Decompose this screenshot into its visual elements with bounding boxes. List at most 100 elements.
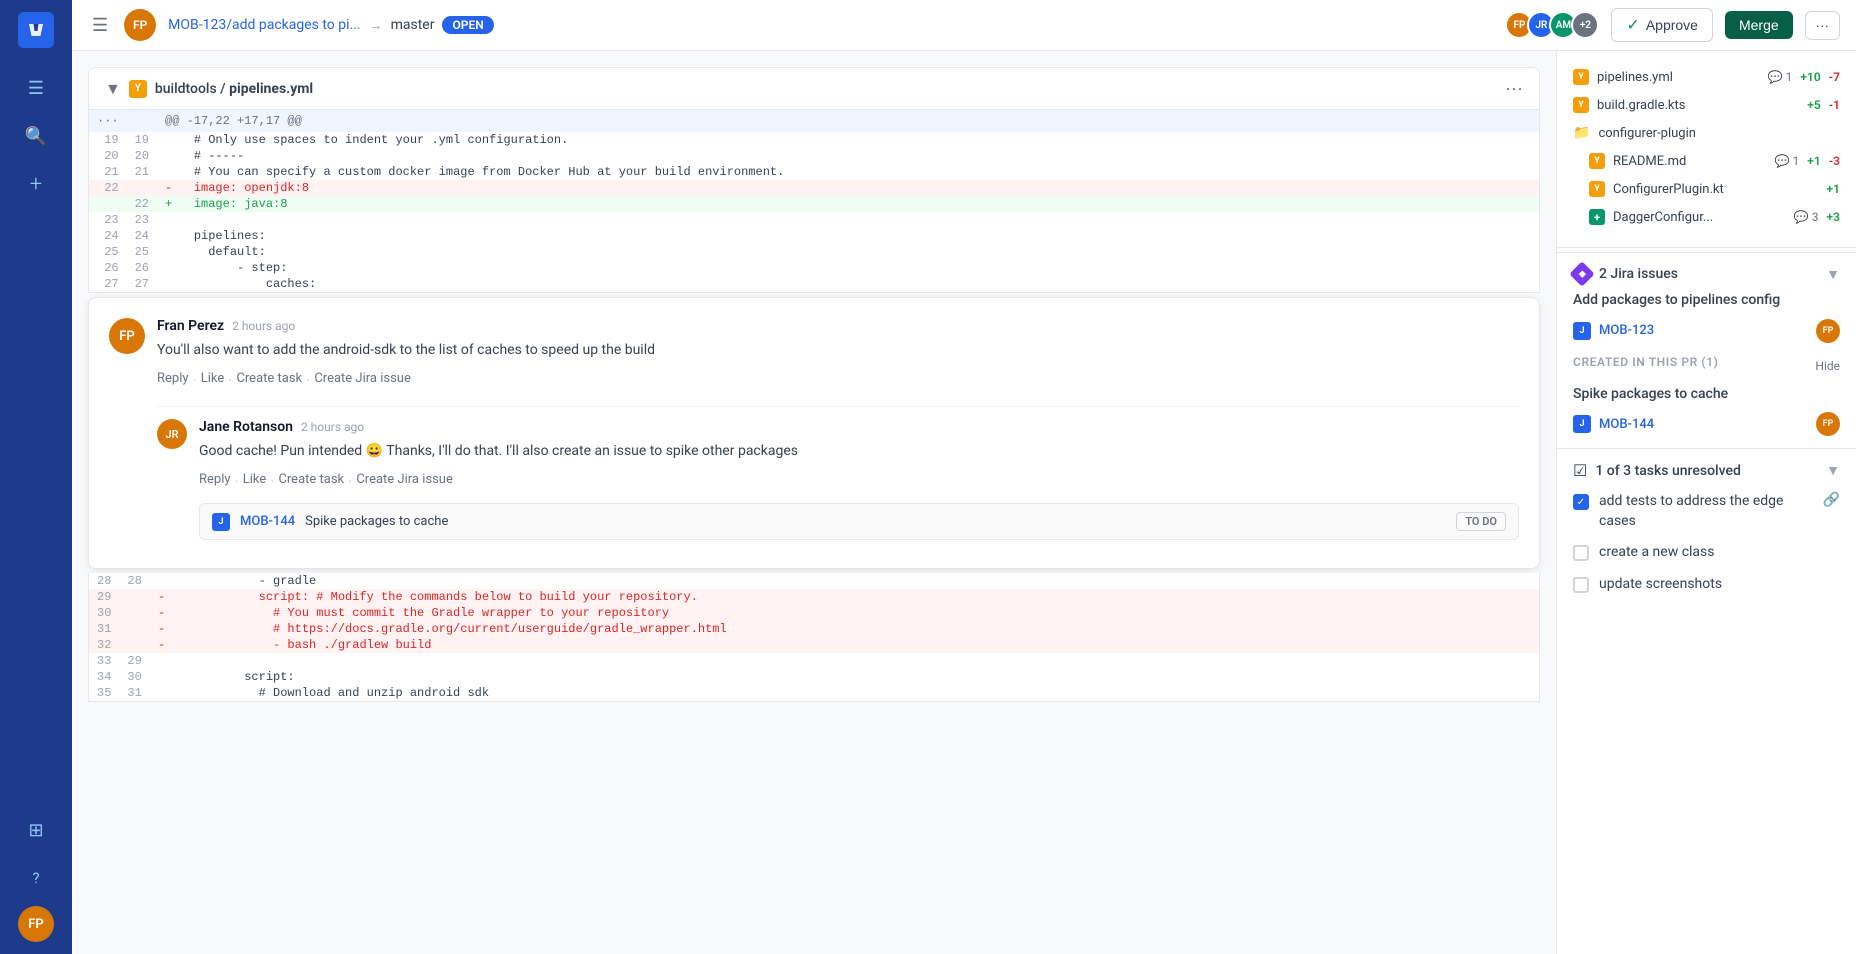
nested-create-jira-action[interactable]: Create Jira issue: [356, 472, 453, 491]
gradle-minus-stat: -1: [1829, 98, 1840, 112]
file-item-readme[interactable]: Y README.md 💬 1 +1 -3: [1557, 147, 1856, 175]
pipelines-file-icon: Y: [1573, 69, 1589, 85]
branch-name[interactable]: MOB-123/add packages to pi...: [168, 17, 360, 33]
task-1-text: add tests to address the edge cases: [1599, 492, 1813, 531]
avatar-initials: FP: [18, 906, 54, 942]
jira-issue-id[interactable]: MOB-123: [1599, 323, 1654, 338]
diff-line-33: 33 29: [89, 653, 1540, 669]
menu-icon[interactable]: ☰: [16, 68, 56, 108]
comment-main: FP Fran Perez 2 hours ago You'll also wa…: [109, 318, 1519, 390]
jira-task-id[interactable]: MOB-144: [240, 514, 295, 529]
more-options-button[interactable]: ···: [1805, 11, 1840, 40]
help-icon[interactable]: ?: [16, 858, 56, 898]
dagger-file-name: DaggerConfigur...: [1613, 210, 1786, 225]
spike-issue-row: J MOB-144 FP: [1573, 412, 1840, 436]
diff-line-30-removed: 30 - # You must commit the Gradle wrappe…: [89, 605, 1540, 621]
jira-issues-section: ◆ 2 Jira issues ▼ Add packages to pipeli…: [1557, 252, 1856, 448]
jira-issue-row: J MOB-123 FP: [1573, 319, 1840, 343]
pipelines-file-name: pipelines.yml: [1597, 70, 1760, 85]
file-item-dagger[interactable]: + DaggerConfigur... 💬 3 +3: [1557, 203, 1856, 231]
spike-issue: Spike packages to cache J MOB-144 FP: [1573, 385, 1840, 437]
branch-info: MOB-123/add packages to pi... → master O…: [168, 16, 494, 34]
file-item-pipelines[interactable]: Y pipelines.yml 💬 1 +10 -7: [1557, 63, 1856, 91]
create-task-action[interactable]: Create task: [236, 371, 302, 390]
nested-comment-actions: Reply · Like · Create task · Create Jira…: [199, 472, 1519, 491]
like-action[interactable]: Like: [201, 371, 225, 390]
file-collapse-chevron[interactable]: ▼: [105, 79, 121, 99]
file-item-configurer-plugin[interactable]: 📁 configurer-plugin: [1557, 119, 1856, 147]
content-area: ▼ Y buildtools / pipelines.yml ··· ··· @…: [72, 51, 1856, 954]
topbar-menu-button[interactable]: ☰: [88, 11, 112, 40]
topbar-avatar: FP: [124, 9, 156, 41]
pipelines-plus-stat: +10: [1800, 70, 1820, 84]
tasks-section-header[interactable]: ☑ 1 of 3 tasks unresolved ▼: [1573, 461, 1840, 480]
jira-issue-mob123: Add packages to pipelines config J MOB-1…: [1573, 291, 1840, 343]
tasks-chevron: ▼: [1826, 462, 1840, 479]
jira-diamond-icon: ◆: [1569, 261, 1594, 286]
diff-line-26: 26 26 - step:: [89, 260, 1540, 276]
create-jira-action[interactable]: Create Jira issue: [314, 371, 411, 390]
create-icon[interactable]: +: [16, 164, 56, 204]
apps-icon[interactable]: ⊞: [16, 810, 56, 850]
created-in-pr-label: CREATED IN THIS PR (1): [1573, 355, 1718, 369]
nested-like-action[interactable]: Like: [243, 472, 267, 491]
gradle-file-name: build.gradle.kts: [1597, 98, 1799, 113]
created-in-pr-header: CREATED IN THIS PR (1) Hide: [1573, 355, 1840, 377]
main-content: ☰ FP MOB-123/add packages to pi... → mas…: [72, 0, 1856, 954]
task-1-link-icon[interactable]: 🔗: [1823, 492, 1840, 508]
diff-line-29-removed: 29 - script: # Modify the commands below…: [89, 589, 1540, 605]
task-item-1: add tests to address the edge cases 🔗: [1573, 492, 1840, 531]
file-item-configurer-plugin-kt[interactable]: Y ConfigurerPlugin.kt +1: [1557, 175, 1856, 203]
jira-issue-title: Add packages to pipelines config: [1573, 291, 1840, 311]
spike-issue-id[interactable]: MOB-144: [1599, 417, 1654, 432]
files-section: Y pipelines.yml 💬 1 +10 -7 Y build.gradl…: [1557, 51, 1856, 243]
file-more-button[interactable]: ···: [1505, 78, 1523, 99]
diff-line-31-removed: 31 - # https://docs.gradle.org/current/u…: [89, 621, 1540, 637]
jira-section-chevron: ▼: [1826, 266, 1840, 283]
nested-reply-action[interactable]: Reply: [199, 472, 231, 491]
nested-comment-avatar: JR: [157, 419, 187, 449]
file-item-gradle[interactable]: Y build.gradle.kts +5 -1: [1557, 91, 1856, 119]
task-3-text: update screenshots: [1599, 575, 1840, 595]
comment-author-avatar: FP: [109, 318, 145, 354]
task-item-3: update screenshots: [1573, 575, 1840, 595]
approve-icon: ✓: [1626, 15, 1639, 35]
user-avatar[interactable]: FP: [18, 906, 54, 942]
jira-task-status: TO DO: [1456, 512, 1506, 531]
approve-button[interactable]: ✓ Approve: [1611, 8, 1713, 42]
diff-line-22-added: 22 + image: java:8: [89, 196, 1540, 212]
task-3-checkbox[interactable]: [1573, 577, 1589, 593]
readme-file-icon: Y: [1589, 153, 1605, 169]
folder-icon: 📁: [1573, 125, 1590, 141]
jira-section-header[interactable]: ◆ 2 Jira issues ▼: [1573, 265, 1840, 283]
diff-line-22-removed: 22 - image: openjdk:8: [89, 180, 1540, 196]
jira-issue-assignee-avatar: FP: [1816, 319, 1840, 343]
pipelines-minus-stat: -7: [1829, 70, 1840, 84]
readme-plus-stat: +1: [1807, 154, 1820, 168]
readme-file-name: README.md: [1613, 154, 1767, 169]
comment-time: 2 hours ago: [232, 319, 295, 333]
nested-comment-text: Good cache! Pun intended 😀 Thanks, I'll …: [199, 441, 1519, 462]
diff-meta-row: ··· @@ -17,22 +17,17 @@: [89, 110, 1540, 132]
files-divider: [1557, 247, 1856, 248]
hide-created-link[interactable]: Hide: [1815, 359, 1840, 373]
comment-author: Fran Perez: [157, 318, 224, 334]
file-header: ▼ Y buildtools / pipelines.yml ···: [88, 67, 1540, 110]
gradle-plus-stat: +5: [1807, 98, 1820, 112]
reviewer-avatars: FP JR AM +2: [1505, 11, 1599, 39]
diff-table-before: ··· @@ -17,22 +17,17 @@ 19 19 # Only use…: [88, 110, 1540, 293]
comment-body: Fran Perez 2 hours ago You'll also want …: [157, 318, 1519, 390]
nested-create-task-action[interactable]: Create task: [278, 472, 344, 491]
diff-line-32-removed: 32 - - bash ./gradlew build: [89, 637, 1540, 653]
pipelines-comment-count: 💬 1: [1768, 70, 1793, 84]
task-2-text: create a new class: [1599, 543, 1840, 563]
bitbucket-logo[interactable]: [18, 12, 54, 48]
search-icon[interactable]: 🔍: [16, 116, 56, 156]
merge-button[interactable]: Merge: [1725, 11, 1793, 39]
jira-issue-icon: J: [1573, 322, 1591, 340]
task-1-checkbox[interactable]: [1573, 494, 1589, 510]
reply-action[interactable]: Reply: [157, 371, 189, 390]
task-2-checkbox[interactable]: [1573, 545, 1589, 561]
diff-panel: ▼ Y buildtools / pipelines.yml ··· ··· @…: [72, 51, 1556, 954]
spike-issue-title: Spike packages to cache: [1573, 385, 1840, 405]
